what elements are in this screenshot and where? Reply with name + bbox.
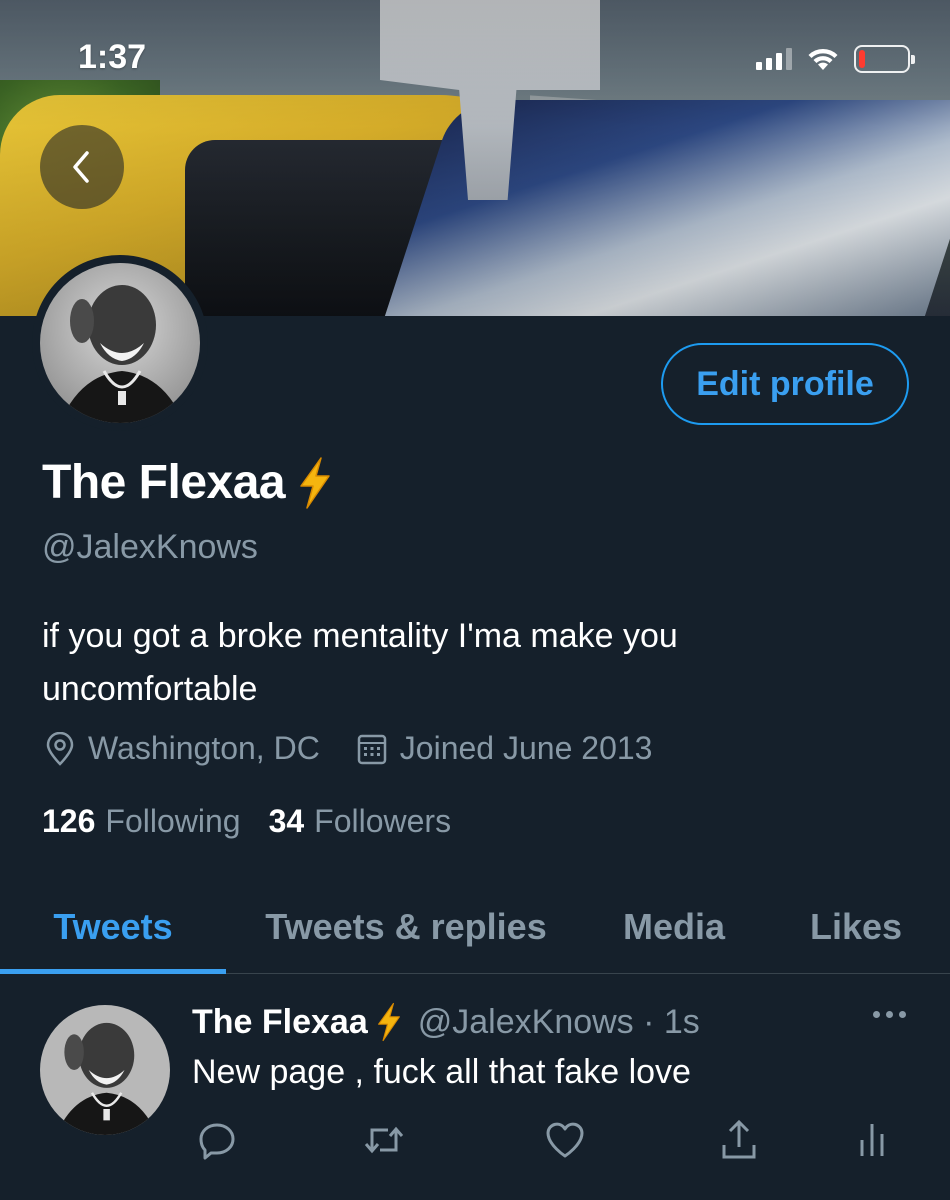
display-name-row: The Flexaa bbox=[42, 455, 335, 510]
retweet-icon[interactable] bbox=[359, 1115, 409, 1165]
tweet-text: New page , fuck all that fake love bbox=[192, 1053, 691, 1091]
location-item: Washington, DC bbox=[44, 730, 320, 767]
tweet-handle-time: @JalexKnows · 1s bbox=[417, 1002, 700, 1041]
location-text: Washington, DC bbox=[88, 730, 320, 766]
avatar-photo bbox=[40, 1005, 170, 1135]
profile-stats: 126 Following 34 Followers bbox=[42, 803, 451, 840]
reply-icon[interactable] bbox=[192, 1115, 242, 1165]
calendar-icon bbox=[357, 734, 387, 764]
tweet-header: The Flexaa @JalexKnows · 1s bbox=[192, 1002, 700, 1042]
following-link[interactable]: 126 Following bbox=[42, 803, 241, 840]
avatar-photo bbox=[40, 263, 200, 423]
profile-meta: Washington, DC Joined June 2013 bbox=[44, 730, 652, 767]
profile-bio: if you got a broke mentality I'ma make y… bbox=[42, 617, 678, 708]
share-icon[interactable] bbox=[714, 1115, 764, 1165]
display-name: The Flexaa bbox=[42, 456, 286, 509]
back-button[interactable] bbox=[40, 125, 124, 209]
status-time: 1:37 bbox=[78, 38, 147, 76]
location-pin-icon bbox=[46, 731, 74, 766]
edit-profile-button[interactable]: Edit profile bbox=[661, 343, 909, 425]
tab-tweets-and-replies[interactable]: Tweets & replies bbox=[226, 880, 586, 973]
battery-icon bbox=[854, 45, 915, 73]
tweet-avatar[interactable] bbox=[40, 1005, 170, 1135]
followers-count: 34 bbox=[268, 803, 305, 839]
lightning-emoji-icon bbox=[300, 456, 330, 509]
wifi-icon bbox=[808, 48, 838, 70]
like-icon[interactable] bbox=[540, 1115, 590, 1165]
joined-text: Joined June 2013 bbox=[399, 730, 653, 766]
analytics-icon[interactable] bbox=[847, 1115, 897, 1165]
tweet-actions bbox=[192, 1115, 892, 1165]
following-count: 126 bbox=[42, 803, 96, 839]
chevron-left-icon bbox=[73, 151, 89, 183]
followers-link[interactable]: 34 Followers bbox=[269, 803, 452, 840]
tab-likes[interactable]: Likes bbox=[762, 880, 950, 973]
tab-media[interactable]: Media bbox=[586, 880, 762, 973]
profile-avatar[interactable] bbox=[32, 255, 208, 431]
tab-tweets[interactable]: Tweets bbox=[0, 880, 226, 974]
followers-label: Followers bbox=[314, 803, 452, 839]
more-options-icon[interactable] bbox=[873, 1011, 906, 1018]
status-icons bbox=[756, 44, 915, 74]
profile-handle: @JalexKnows bbox=[42, 528, 258, 566]
cellular-signal-icon bbox=[756, 48, 792, 70]
profile-tabs: Tweets Tweets & replies Media Likes bbox=[0, 880, 950, 974]
joined-item: Joined June 2013 bbox=[356, 730, 653, 767]
battery-level bbox=[859, 50, 866, 68]
lightning-emoji-icon bbox=[377, 1002, 400, 1042]
tweet-author-name[interactable]: The Flexaa bbox=[192, 1003, 368, 1042]
tweet[interactable]: The Flexaa @JalexKnows · 1s New page , f… bbox=[0, 975, 950, 1200]
following-label: Following bbox=[105, 803, 241, 839]
